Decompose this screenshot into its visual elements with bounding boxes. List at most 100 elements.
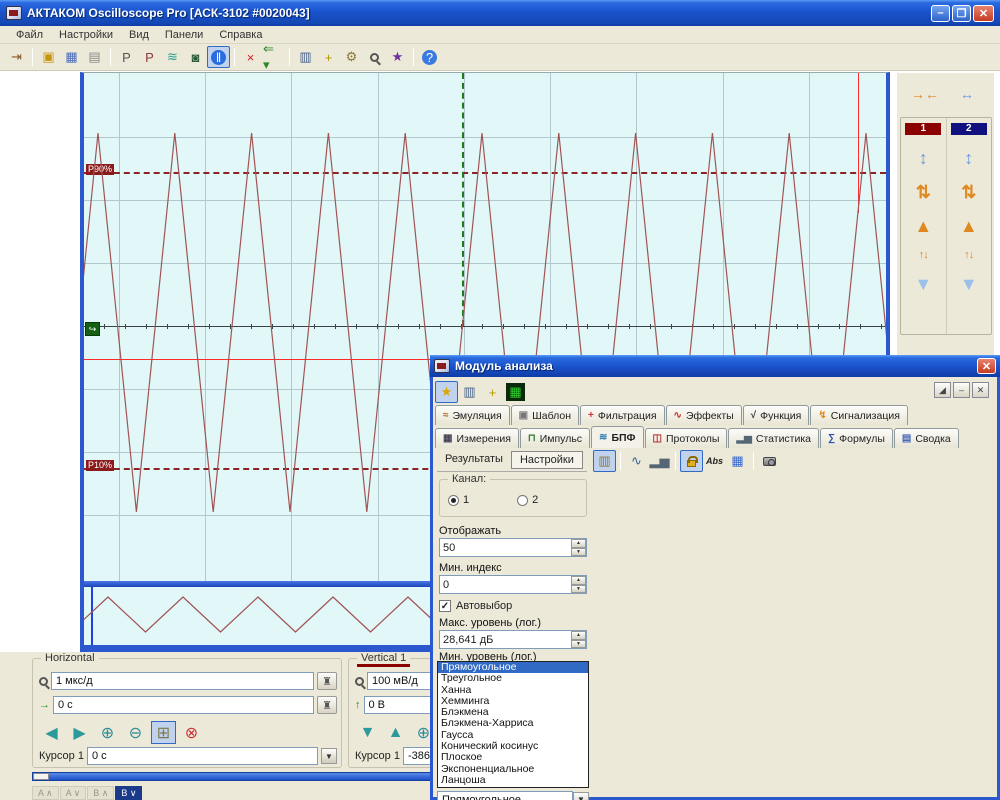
help-icon[interactable]: ? (418, 46, 441, 68)
channel-1-radio[interactable] (448, 495, 459, 506)
expand-vertical-icon[interactable]: ↕ (919, 141, 928, 175)
h-cursor-field[interactable]: 0 с (87, 747, 318, 765)
pan-left-icon[interactable]: ◀ (39, 721, 64, 744)
curve-view-icon[interactable]: ∿ (625, 450, 648, 472)
autoselect-checkbox[interactable]: ✓ (439, 600, 451, 612)
menu-view[interactable]: Вид (121, 28, 157, 42)
min-index-value[interactable]: 0 (440, 579, 571, 591)
scrollbar-thumb[interactable] (33, 773, 49, 780)
menu-help[interactable]: Справка (211, 28, 270, 42)
pause-icon[interactable]: ‖ (207, 46, 230, 68)
tab-fft[interactable]: ≋БПФ (591, 426, 643, 448)
screen-capture-icon[interactable]: ◙ (184, 46, 207, 68)
window-function-combo[interactable]: Прямоугольное (437, 791, 573, 800)
wand-icon[interactable]: ★ (386, 46, 409, 68)
pan-right-icon[interactable]: ▶ (67, 721, 92, 744)
close-panel-button[interactable]: ✕ (972, 382, 989, 398)
subtab-1[interactable]: Настройки (511, 451, 583, 469)
view-tab-1[interactable]: A ∨ (60, 786, 87, 800)
tools-icon[interactable]: ⚙ (340, 46, 363, 68)
minimize-button[interactable]: – (931, 5, 950, 22)
window-function-list[interactable]: ПрямоугольноеТреугольноеХаннаХеммингаБлэ… (437, 661, 589, 788)
expand-horizontal-icon[interactable]: ↔ (950, 81, 984, 107)
tab-alarm[interactable]: ↯Сигнализация (810, 405, 908, 425)
print-icon[interactable]: ▤ (83, 46, 106, 68)
timebase-field[interactable]: 1 мкс/д (51, 672, 314, 690)
bars-view-icon[interactable]: ▂▅ (648, 450, 671, 472)
camera-icon[interactable] (758, 450, 781, 472)
histogram-settings-icon[interactable]: ▥ (593, 450, 616, 472)
import-icon[interactable]: ⇐ ▾ (262, 46, 285, 68)
clear-icon[interactable]: × (239, 46, 262, 68)
auto-offset-button[interactable]: ♜ (317, 696, 337, 714)
tab-emulation[interactable]: ≈Эмуляция (435, 405, 510, 425)
window-list-item[interactable]: Плоское (438, 752, 588, 763)
fine-adjust-icon[interactable]: ↑↓ (919, 243, 928, 267)
tab-filtering[interactable]: +Фильтрация (580, 405, 665, 425)
compress-vertical-icon[interactable]: ⇅ (916, 175, 931, 209)
zoom-in-icon[interactable]: ⊕ (95, 721, 120, 744)
expand-vertical-icon[interactable]: ↕ (964, 141, 973, 175)
minimize-panel-button[interactable]: – (953, 382, 970, 398)
close-button[interactable]: ✕ (973, 5, 994, 22)
view-tab-3[interactable]: B ∨ (115, 786, 142, 800)
shift-down-icon[interactable]: ▼ (960, 267, 978, 301)
tab-summary[interactable]: ▤Сводка (894, 428, 959, 448)
exit-icon[interactable]: ⇥ (5, 46, 28, 68)
info-panel-icon[interactable]: ▥ (458, 381, 481, 403)
search-icon[interactable] (363, 46, 386, 68)
read-params-icon[interactable]: P (115, 46, 138, 68)
max-level-arrows[interactable]: ▲▼ (571, 631, 586, 648)
shift-up-icon[interactable]: ▲ (383, 721, 408, 744)
tab-formulas[interactable]: ∑Формулы (820, 428, 893, 448)
compress-vertical-icon[interactable]: ⇅ (961, 175, 976, 209)
subtab-0[interactable]: Результаты (437, 451, 511, 469)
window-list-item[interactable]: Треугольное (438, 673, 588, 684)
display-count-value[interactable]: 50 (440, 542, 571, 554)
favorites-icon[interactable]: ★ (435, 381, 458, 403)
zoom-cancel-icon[interactable]: ⊗ (179, 721, 204, 744)
display-count-arrows[interactable]: ▲▼ (571, 539, 586, 556)
dialog-close-button[interactable]: ✕ (977, 358, 996, 374)
min-index-spinner[interactable]: 0 ▲▼ (439, 575, 587, 594)
display-count-spinner[interactable]: 50 ▲▼ (439, 538, 587, 557)
max-level-value[interactable]: 28,641 дБ (440, 634, 571, 646)
tab-effects[interactable]: ∿Эффекты (666, 405, 742, 425)
channel-2-radio[interactable] (517, 495, 528, 506)
tab-statistics[interactable]: ▂▅Статистика (728, 428, 819, 448)
waves-icon[interactable]: ≋ (161, 46, 184, 68)
tab-template[interactable]: ▣Шаблон (511, 405, 579, 425)
lock-icon[interactable] (680, 450, 703, 472)
display-icon[interactable]: ▦ (504, 381, 527, 403)
save-icon[interactable]: ▦ (60, 46, 83, 68)
view-tab-2[interactable]: B ∧ (87, 786, 114, 800)
min-index-arrows[interactable]: ▲▼ (571, 576, 586, 593)
tab-measurements[interactable]: ▦Измерения (435, 428, 519, 448)
shift-up-icon[interactable]: ▲ (914, 209, 932, 243)
menu-panels[interactable]: Панели (157, 28, 211, 42)
time-offset-field[interactable]: 0 с (53, 696, 314, 714)
view-tab-0[interactable]: A ∧ (32, 786, 59, 800)
maximize-button[interactable]: ❐ (952, 5, 971, 22)
window-list-item[interactable]: Ланцоша (438, 775, 588, 786)
table-icon[interactable]: ▦ (726, 450, 749, 472)
h-cursor-dropdown[interactable]: ▼ (321, 748, 337, 764)
info-panel-icon[interactable]: ▥ (294, 46, 317, 68)
open-folder-icon[interactable]: ▣ (37, 46, 60, 68)
compress-horizontal-icon[interactable]: →← (908, 81, 942, 107)
window-function-combo-arrow[interactable]: ▼ (573, 792, 589, 800)
menu-settings[interactable]: Настройки (51, 28, 121, 42)
zoom-window-icon[interactable]: ⊞ (151, 721, 176, 744)
auto-timebase-button[interactable]: ♜ (317, 672, 337, 690)
tab-function[interactable]: √Функция (743, 405, 810, 425)
shift-up-icon[interactable]: ▲ (960, 209, 978, 243)
abs-icon[interactable]: Abs (703, 450, 726, 472)
write-params-icon[interactable]: P (138, 46, 161, 68)
crosshair-tool-icon[interactable]: + (317, 46, 340, 68)
shift-down-icon[interactable]: ▼ (914, 267, 932, 301)
crosshair-tool-icon[interactable]: + (481, 381, 504, 403)
zoom-out-icon[interactable]: ⊖ (123, 721, 148, 744)
fine-adjust-icon[interactable]: ↑↓ (964, 243, 973, 267)
shift-down-icon[interactable]: ▼ (355, 721, 380, 744)
tab-protocols[interactable]: ◫Протоколы (645, 428, 728, 448)
